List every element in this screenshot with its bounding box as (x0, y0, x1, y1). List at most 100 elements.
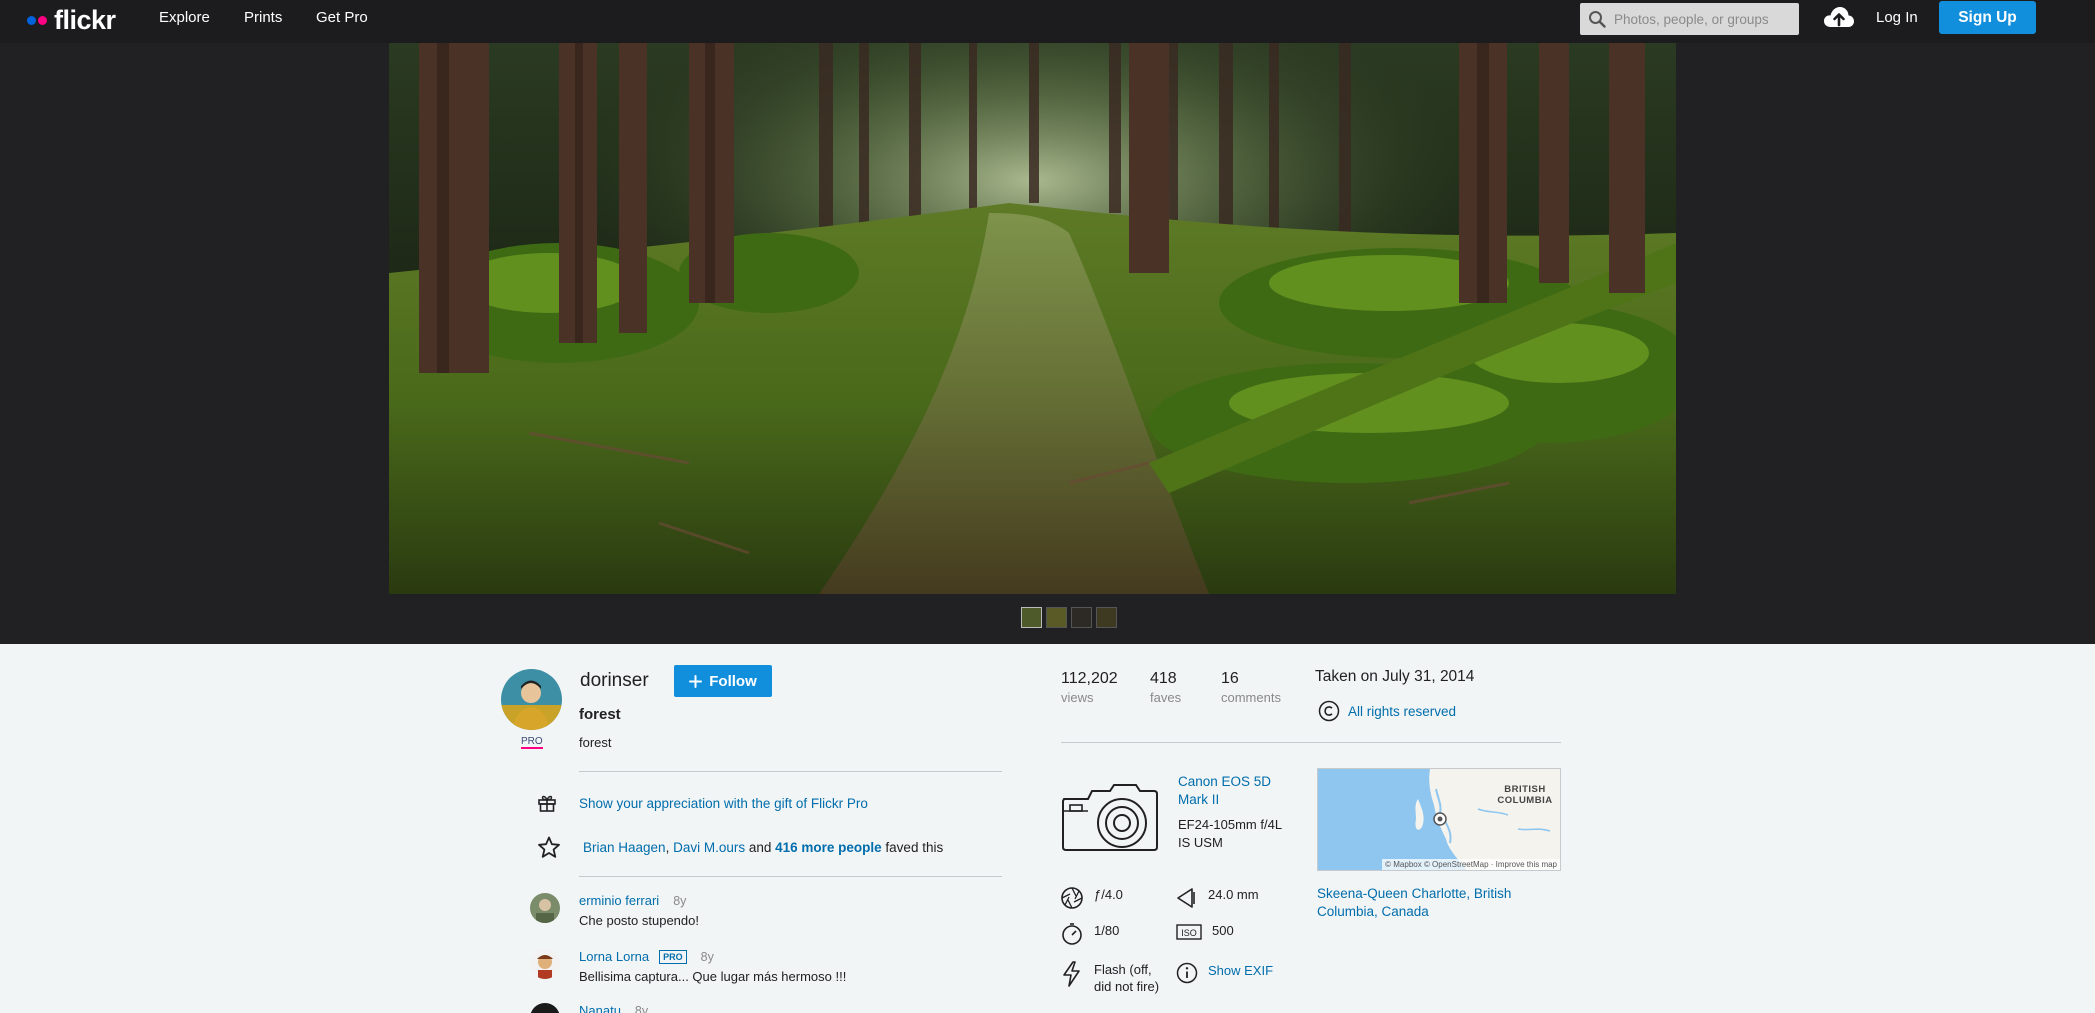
comment-age: 8y (634, 1003, 649, 1013)
exif-flash: Flash (off, did not fire) (1060, 961, 1170, 995)
commenter-avatar-image (530, 1003, 560, 1013)
shutter-value: 1/80 (1094, 923, 1120, 938)
comment-text: Bellisima captura... Que lugar más hermo… (579, 969, 847, 984)
thumbnail-4[interactable] (1096, 607, 1117, 628)
info-icon (1176, 962, 1198, 984)
flickr-logo[interactable]: flickr (27, 5, 116, 36)
search-icon (1589, 11, 1606, 28)
star-icon (538, 836, 560, 858)
logo-pink-dot (38, 15, 47, 25)
thumbnail-3[interactable] (1071, 607, 1092, 628)
show-exif-row[interactable]: Show EXIF (1176, 962, 1273, 984)
gift-pro-link[interactable]: Show your appreciation with the gift of … (579, 796, 868, 811)
comment-author-link[interactable]: erminio ferrari (579, 893, 659, 908)
comment-age: 8y (673, 893, 687, 908)
photo-thumbnail-strip (1021, 607, 1117, 628)
shutter-speed-icon (1062, 923, 1082, 945)
comments-stat: 16 comments (1221, 670, 1281, 705)
exif-focal-length: 24.0 mm (1176, 886, 1259, 910)
show-exif-link[interactable]: Show EXIF (1208, 962, 1273, 979)
faves-text: Brian Haagen, Davi M.ours and 416 more p… (583, 840, 943, 855)
faver-link-1[interactable]: Brian Haagen (583, 840, 666, 855)
nav-get-pro[interactable]: Get Pro (316, 9, 368, 27)
iso-value: 500 (1212, 923, 1234, 938)
comment-text: Che posto stupendo! (579, 913, 699, 928)
comments-count: 16 (1221, 670, 1239, 687)
location-link[interactable]: Skeena-Queen Charlotte, British Columbia… (1317, 885, 1547, 921)
faves-and: and (745, 840, 776, 855)
nav-explore[interactable]: Explore (159, 9, 210, 27)
top-nav: flickr Explore Prints Get Pro Log In Sig… (0, 0, 2095, 43)
logo-text[interactable]: flickr (54, 5, 116, 36)
comment-author-link[interactable]: Lorna Lorna (579, 949, 649, 964)
divider-2 (579, 876, 1002, 877)
comment-item: Nanatu 8y (530, 1003, 648, 1013)
comment-pro-badge: PRO (659, 949, 687, 964)
upload-cloud-icon[interactable] (1823, 5, 1855, 31)
owner-name-link[interactable]: dorinser (580, 670, 649, 692)
faves-label: faves (1150, 690, 1182, 705)
camera-lens: EF24-105mm f/4L IS USM (1178, 817, 1282, 850)
map-attribution[interactable]: © Mapbox © OpenStreetMap · Improve this … (1382, 859, 1560, 870)
gift-pro-row[interactable]: Show your appreciation with the gift of … (537, 793, 868, 813)
aperture-value: ƒ/4.0 (1094, 887, 1123, 902)
comment-author-link[interactable]: Nanatu (579, 1003, 621, 1013)
exif-aperture: ƒ/4.0 (1060, 886, 1123, 910)
commenter-avatar[interactable] (530, 893, 560, 923)
owner-pro-badge: PRO (521, 736, 543, 749)
nav-prints[interactable]: Prints (244, 9, 282, 27)
exif-shutter: 1/80 (1060, 922, 1119, 946)
comment-age: 8y (700, 949, 714, 964)
comment-item: erminio ferrari 8y Che posto stupendo! (530, 893, 699, 928)
focal-length-icon (1177, 888, 1195, 908)
commenter-avatar[interactable] (530, 949, 560, 979)
copyright-icon (1318, 700, 1340, 722)
follow-button[interactable]: Follow (674, 665, 772, 697)
views-label: views (1061, 690, 1094, 705)
owner-avatar-image (501, 669, 562, 730)
logo-blue-dot (27, 15, 36, 25)
divider-1 (579, 771, 1002, 772)
search-input[interactable] (1614, 11, 1794, 27)
camera-icon (1062, 784, 1158, 851)
license-row[interactable]: All rights reserved (1318, 700, 1456, 722)
camera-model-link[interactable]: Canon EOS 5D Mark II (1178, 773, 1288, 809)
faver-link-2[interactable]: Davi M.ours (673, 840, 745, 855)
location-map[interactable]: BRITISH COLUMBIA © Mapbox © OpenStreetMa… (1317, 768, 1561, 871)
views-stat: 112,202 views (1061, 670, 1118, 705)
iso-icon: ISO (1176, 924, 1202, 940)
comment-item: Lorna Lorna PRO 8y Bellisima captura... … (530, 949, 846, 984)
faves-suffix: faved this (881, 840, 944, 855)
main-photo[interactable] (389, 43, 1676, 594)
plus-icon (689, 674, 703, 688)
comments-label: comments (1221, 690, 1281, 705)
faves-sep: , (665, 840, 674, 855)
map-region-label: BRITISH COLUMBIA (1497, 784, 1553, 806)
aperture-icon (1061, 887, 1083, 909)
commenter-avatar-image (530, 949, 560, 979)
focal-length-value: 24.0 mm (1208, 887, 1259, 902)
exif-iso: ISO 500 (1176, 922, 1234, 942)
gift-icon (538, 795, 556, 812)
faves-more-link[interactable]: 416 more people (775, 840, 882, 855)
taken-date: Taken on July 31, 2014 (1315, 668, 1475, 685)
svg-text:ISO: ISO (1181, 928, 1197, 938)
thumbnail-1[interactable] (1021, 607, 1042, 628)
signup-button[interactable]: Sign Up (1939, 1, 2036, 34)
commenter-avatar-image (530, 893, 560, 923)
flash-value: Flash (off, did not fire) (1094, 962, 1160, 994)
faves-stat: 418 faves (1150, 670, 1181, 705)
divider-3 (1061, 742, 1561, 743)
login-link[interactable]: Log In (1876, 9, 1918, 26)
views-count: 112,202 (1061, 670, 1118, 687)
faves-count: 418 (1150, 670, 1177, 687)
flash-icon (1063, 961, 1080, 987)
photo-title: forest (579, 706, 621, 723)
faves-row: Brian Haagen, Davi M.ours and 416 more p… (537, 836, 943, 859)
commenter-avatar[interactable] (530, 1003, 560, 1013)
thumbnail-2[interactable] (1046, 607, 1067, 628)
forest-photo-image (389, 43, 1676, 594)
license-link[interactable]: All rights reserved (1348, 704, 1456, 719)
search-box[interactable] (1580, 3, 1799, 35)
owner-avatar[interactable] (501, 669, 562, 730)
